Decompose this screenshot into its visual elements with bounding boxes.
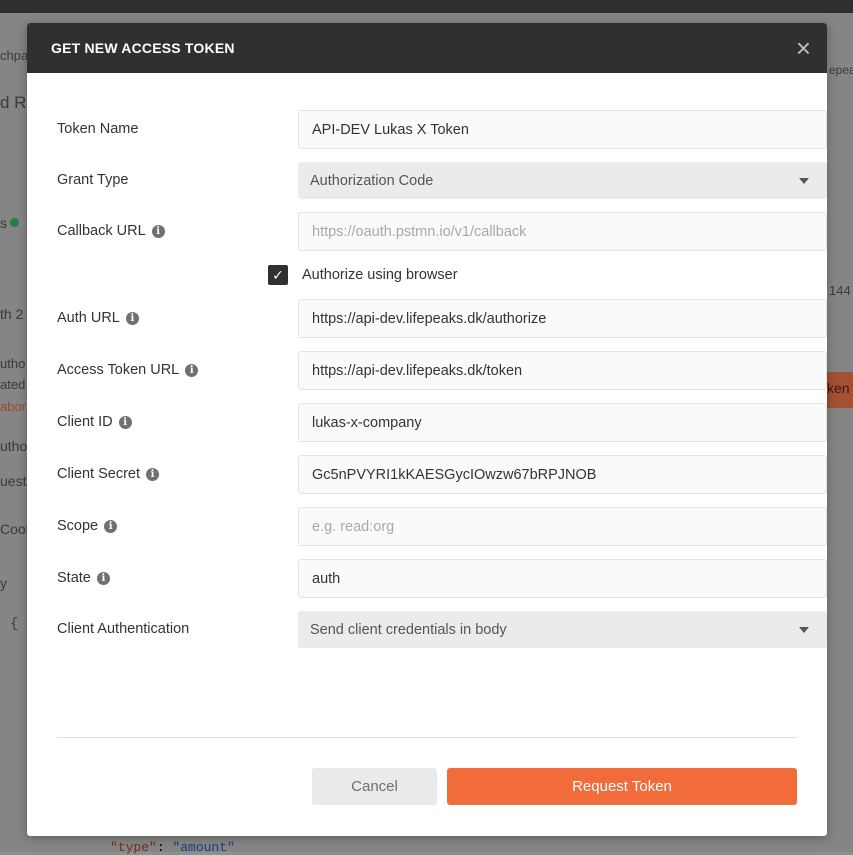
bg-fragment: ated: [0, 377, 26, 392]
client-secret-label: Client Secret i: [57, 466, 160, 482]
authorize-browser-row: ✓ Authorize using browser: [268, 265, 458, 285]
client-auth-row: Client Authentication Send client creden…: [57, 611, 827, 648]
scope-input[interactable]: e.g. read:org: [298, 507, 827, 546]
token-name-input[interactable]: API-DEV Lukas X Token: [298, 110, 827, 149]
grant-type-row: Grant Type Authorization Code: [57, 162, 827, 199]
chevron-down-icon: [799, 177, 809, 184]
cancel-button[interactable]: Cancel: [312, 768, 437, 805]
bg-tab-fragment: chpa: [0, 48, 29, 63]
callback-url-label: Callback URL i: [57, 223, 165, 239]
token-name-label: Token Name: [57, 121, 139, 137]
authorize-browser-label: Authorize using browser: [302, 267, 458, 283]
footer-divider: [57, 737, 797, 738]
info-icon[interactable]: i: [151, 224, 165, 238]
client-secret-row: Client Secret i Gc5nPVYRI1kKAESGycIOwzw67…: [57, 455, 827, 494]
access-token-url-row: Access Token URL i https://api-dev.lifepe…: [57, 351, 827, 390]
client-auth-label: Client Authentication: [57, 621, 190, 637]
grant-type-select[interactable]: Authorization Code: [298, 162, 827, 199]
client-id-row: Client ID i lukas-x-company: [57, 403, 827, 442]
callback-url-input[interactable]: https://oauth.pstmn.io/v1/callback: [298, 212, 827, 251]
token-name-row: Token Name API-DEV Lukas X Token: [57, 110, 827, 149]
bg-fragment: Cool: [0, 521, 29, 537]
callback-url-row: Callback URL i https://oauth.pstmn.io/v1/…: [57, 212, 827, 251]
grant-type-label: Grant Type: [57, 172, 129, 188]
bg-fragment: 144: [829, 283, 851, 298]
chevron-down-icon: [799, 626, 809, 633]
auth-url-label: Auth URL i: [57, 310, 139, 326]
state-row: State i auth: [57, 559, 827, 598]
info-icon[interactable]: i: [96, 571, 110, 585]
access-token-dialog: GET NEW ACCESS TOKEN × Token Name API-DE…: [27, 23, 827, 836]
authorize-browser-checkbox[interactable]: ✓: [268, 265, 288, 285]
bg-fragment: s: [0, 215, 7, 231]
auth-url-input[interactable]: https://api-dev.lifepeaks.dk/authorize: [298, 299, 827, 338]
bg-title-fragment: d R: [0, 93, 27, 112]
dialog-header: GET NEW ACCESS TOKEN ×: [27, 23, 827, 73]
client-id-input[interactable]: lukas-x-company: [298, 403, 827, 442]
info-icon[interactable]: i: [125, 311, 139, 325]
state-label: State i: [57, 570, 110, 586]
info-icon[interactable]: i: [118, 415, 132, 429]
bg-link-fragment: abor: [0, 399, 27, 414]
client-id-label: Client ID i: [57, 414, 132, 430]
scope-label: Scope i: [57, 518, 118, 534]
bg-code-line: "type": "amount": [110, 840, 235, 855]
access-token-url-input[interactable]: https://api-dev.lifepeaks.dk/token: [298, 351, 827, 390]
bg-fragment: utho: [0, 356, 26, 371]
bg-fragment: utho: [0, 438, 28, 454]
grant-type-value: Authorization Code: [310, 172, 434, 189]
request-token-button[interactable]: Request Token: [447, 768, 797, 805]
info-icon[interactable]: i: [146, 467, 160, 481]
bg-fragment: uest: [0, 473, 27, 489]
status-dot-icon: [10, 218, 19, 227]
auth-url-row: Auth URL i https://api-dev.lifepeaks.dk/a…: [57, 299, 827, 338]
client-auth-select[interactable]: Send client credentials in body: [298, 611, 827, 648]
dialog-title: GET NEW ACCESS TOKEN: [51, 40, 235, 56]
access-token-url-label: Access Token URL i: [57, 362, 199, 378]
background-title-bar: [0, 0, 853, 13]
info-icon[interactable]: i: [185, 363, 199, 377]
scope-row: Scope i e.g. read:org: [57, 507, 827, 546]
close-icon[interactable]: ×: [796, 35, 811, 61]
client-secret-input[interactable]: Gc5nPVYRI1kKAESGycIOwzw67bRPJNOB: [298, 455, 827, 494]
info-icon[interactable]: i: [104, 519, 118, 533]
bg-code-brace: {: [10, 616, 19, 632]
bg-fragment: y: [0, 575, 7, 591]
client-auth-value: Send client credentials in body: [310, 621, 507, 638]
bg-fragment: th 2: [0, 306, 24, 322]
state-input[interactable]: auth: [298, 559, 827, 598]
bg-fragment: epea: [829, 63, 853, 77]
